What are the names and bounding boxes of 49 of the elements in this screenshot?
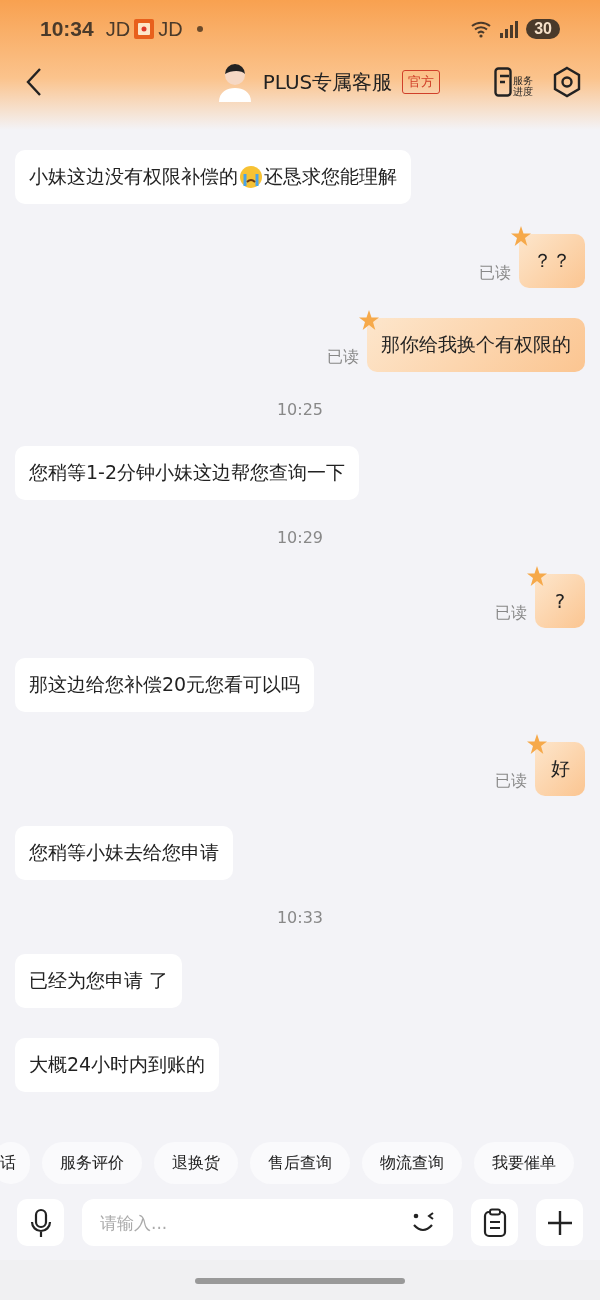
status-time: 10:34 [40, 17, 94, 41]
app-label: JD [158, 17, 183, 41]
clipboard-icon [481, 1207, 508, 1238]
agent-message: 已经为您申请 了 [15, 954, 183, 1008]
timestamp: 10:25 [275, 400, 325, 420]
agent-message: 大概24小时内到账的 [15, 1038, 220, 1092]
read-status: 已读 [479, 263, 511, 284]
user-message: ？？ [519, 234, 585, 288]
user-message: ? [535, 574, 585, 628]
service-progress-button[interactable]: 服务进度 [494, 65, 534, 99]
settings-icon[interactable] [552, 66, 582, 98]
document-icon [494, 67, 512, 97]
battery-indicator: 30 [526, 19, 560, 39]
star-icon [527, 566, 547, 586]
quick-reply-chip[interactable]: 物流查询 [362, 1142, 462, 1184]
clipboard-button[interactable] [471, 1199, 518, 1246]
user-message: 好 [535, 742, 585, 796]
signal-icon [498, 19, 519, 39]
app-label: JD [105, 17, 131, 41]
read-status: 已读 [495, 771, 527, 792]
notification-dot-icon [196, 26, 203, 32]
agent-message: 您稍等小妹去给您申请 [15, 826, 233, 880]
agent-message: 您稍等1-2分钟小妹这边帮您查询一下 [15, 446, 360, 500]
plus-icon [545, 1208, 574, 1237]
quick-reply-chip[interactable]: 服务评价 [42, 1142, 142, 1184]
avatar-icon [216, 62, 253, 102]
crying-emoji-icon [239, 165, 263, 189]
voice-button[interactable] [17, 1199, 64, 1246]
timestamp: 10:33 [275, 908, 325, 928]
back-icon[interactable] [25, 67, 43, 97]
quick-reply-chip[interactable]: 售后查询 [250, 1142, 350, 1184]
star-icon [359, 310, 379, 330]
star-icon [511, 226, 531, 246]
star-icon [527, 734, 547, 754]
quick-reply-chip[interactable]: 话 [0, 1142, 30, 1184]
quick-reply-chip[interactable]: 退换货 [154, 1142, 238, 1184]
envelope-icon [134, 19, 155, 39]
chat-title: PLUS专属客服 [262, 68, 393, 96]
agent-message: 那这边给您补偿20元您看可以吗 [15, 658, 315, 712]
official-badge: 官方 [402, 70, 441, 94]
quick-reply-chip[interactable]: 我要催单 [474, 1142, 574, 1184]
add-button[interactable] [536, 1199, 583, 1246]
read-status: 已读 [495, 603, 527, 624]
timestamp: 10:29 [275, 528, 325, 548]
user-message: 那你给我换个有权限的 [367, 318, 585, 372]
agent-message: 小妹这边没有权限补偿的 还恳求您能理解 [15, 150, 411, 204]
microphone-icon [28, 1207, 53, 1238]
read-status: 已读 [327, 347, 359, 368]
message-input-field[interactable]: 请输入... [82, 1199, 453, 1246]
